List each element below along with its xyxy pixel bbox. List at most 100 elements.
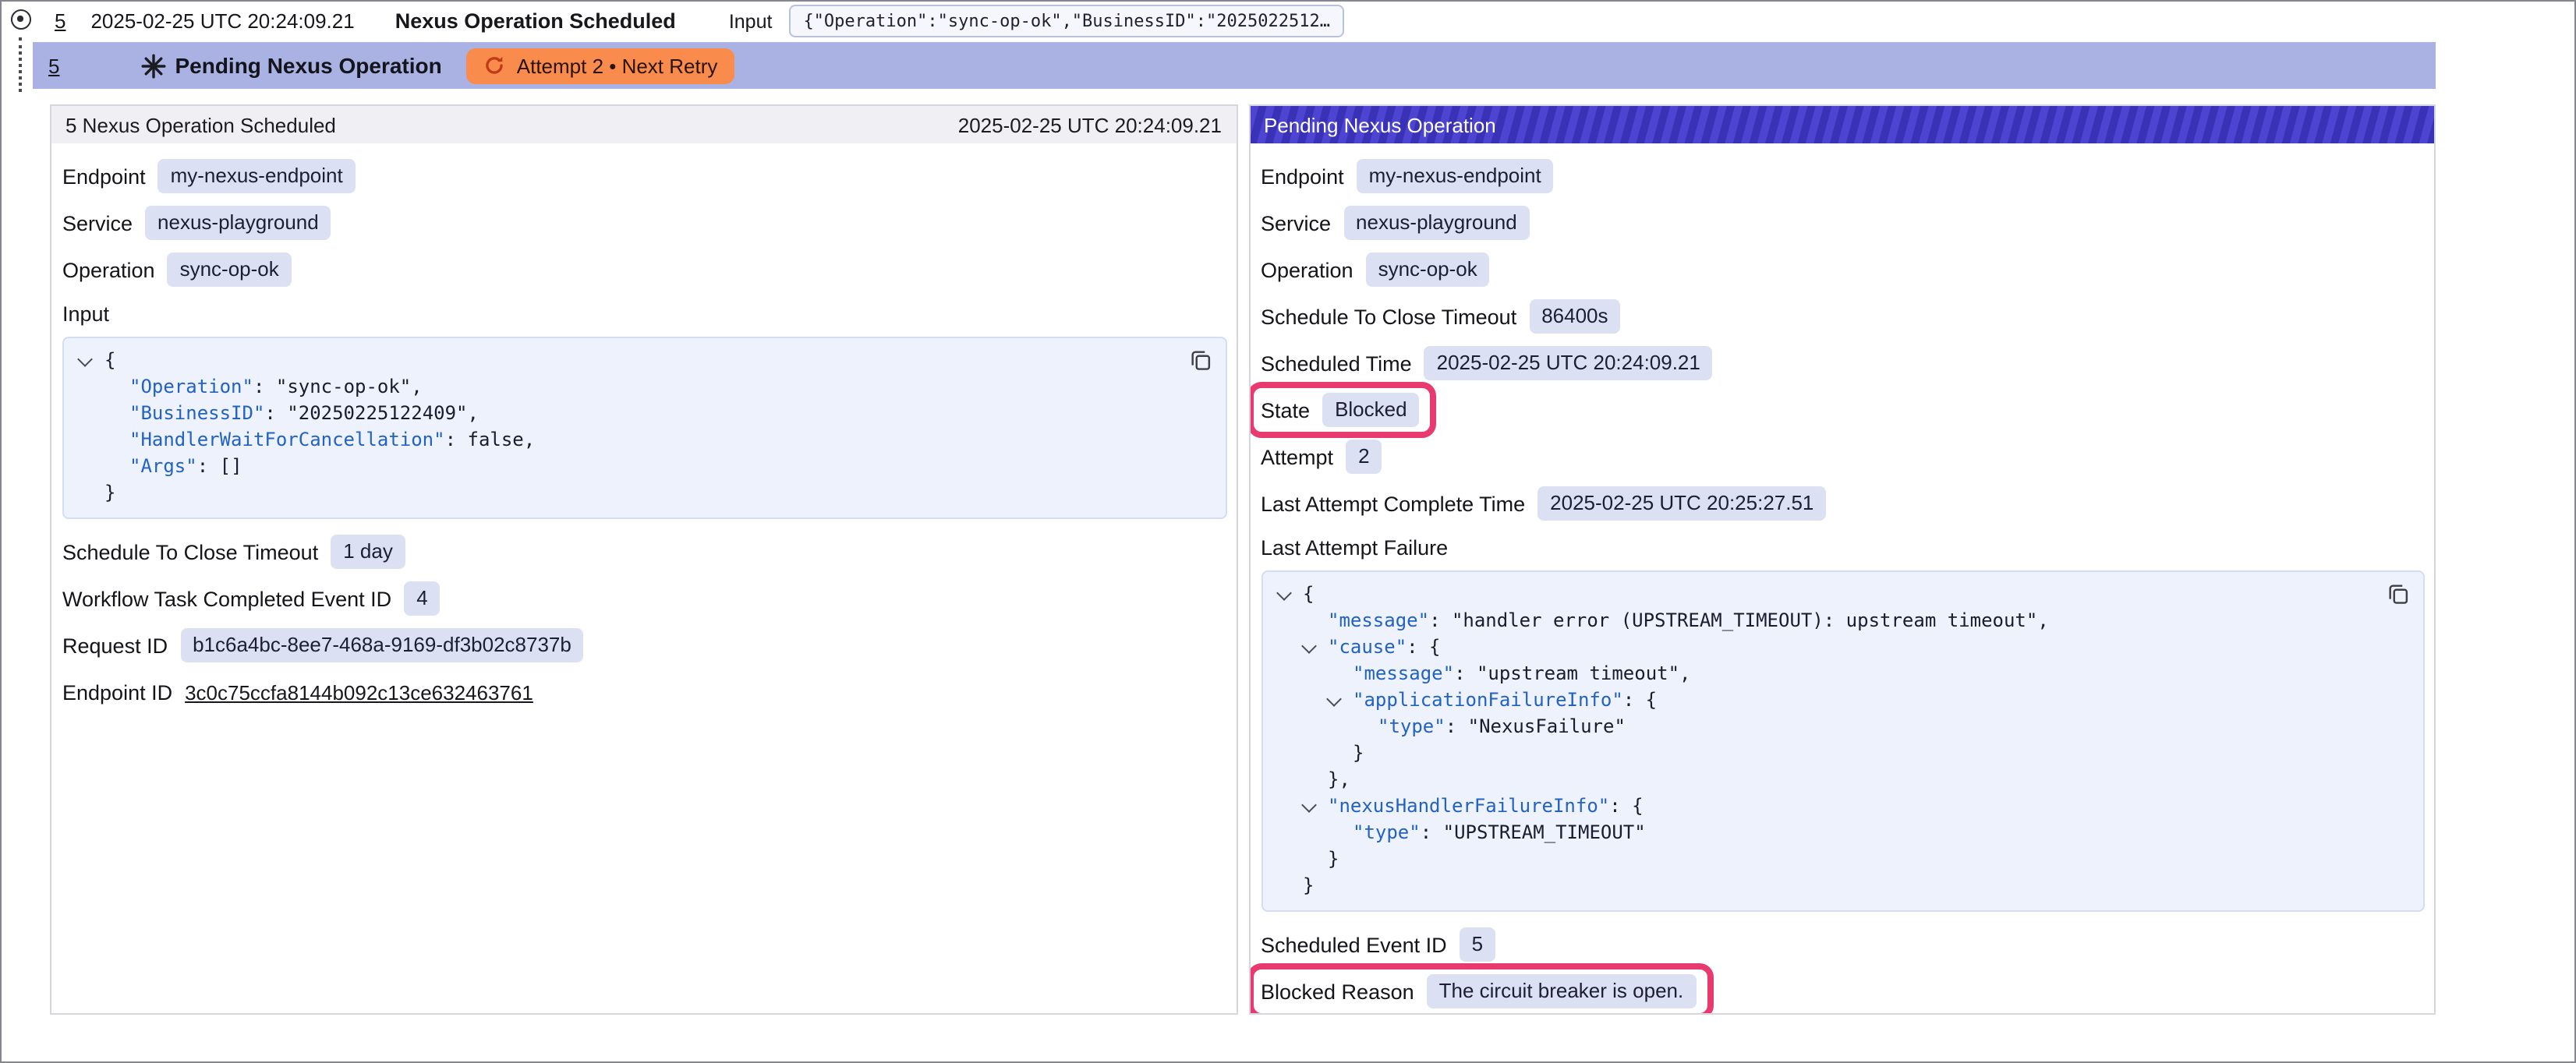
- json-line: "message": "handler error (UPSTREAM_TIME…: [1262, 608, 2367, 634]
- field-label: Last Attempt Complete Time: [1261, 492, 1525, 515]
- field-value-chip: 2025-02-25 UTC 20:25:27.51: [1537, 487, 1826, 521]
- event-id-link[interactable]: 5: [48, 54, 59, 77]
- event-timeline-gutter: [2, 2, 33, 204]
- json-key: "message": [1328, 609, 1429, 631]
- field-label: Schedule To Close Timeout: [62, 540, 318, 563]
- field-label: Endpoint ID: [62, 680, 172, 704]
- json-text: {: [104, 349, 115, 371]
- collapse-chevron-icon[interactable]: [1325, 691, 1341, 707]
- json-line: "applicationFailureInfo": {: [1262, 687, 2367, 714]
- pending-operation-detail-panel: Pending Nexus Operation Endpoint my-nexus…: [1248, 104, 2436, 1015]
- json-line: "type": "NexusFailure": [1262, 714, 2367, 740]
- field-label: Attempt: [1261, 445, 1333, 468]
- field-label: Blocked Reason: [1261, 980, 1414, 1003]
- collapse-chevron-icon[interactable]: [1300, 638, 1316, 654]
- json-viewer: { "message": "handler error (UPSTREAM_TIM…: [1261, 570, 2425, 912]
- json-text: : "upstream timeout",: [1454, 662, 1690, 684]
- collapse-chevron-icon[interactable]: [77, 351, 93, 367]
- json-key: "nexusHandlerFailureInfo": [1328, 795, 1609, 817]
- field-row: Schedule To Close Timeout1 day: [62, 535, 1226, 569]
- field-row: Operationsync-op-ok: [62, 253, 1226, 287]
- json-text: {: [1303, 583, 1314, 605]
- panel-timestamp: 2025-02-25 UTC 20:24:09.21: [958, 113, 1222, 136]
- json-line: "Operation": "sync-op-ok",: [64, 374, 1169, 401]
- json-line: "HandlerWaitForCancellation": false,: [64, 427, 1169, 454]
- json-key: "cause": [1328, 636, 1407, 658]
- json-line: "message": "upstream timeout",: [1262, 661, 2367, 687]
- field-row: Workflow Task Completed Event ID4: [62, 581, 1226, 616]
- json-key: "HandlerWaitForCancellation": [129, 429, 445, 450]
- timeline-dotted-connector: [19, 37, 22, 92]
- json-viewer: { "Operation": "sync-op-ok","BusinessID":…: [62, 337, 1226, 519]
- event-id-link[interactable]: 5: [55, 9, 65, 33]
- json-line: }: [1262, 873, 2367, 899]
- collapse-chevron-icon[interactable]: [1276, 585, 1291, 601]
- input-preview-chip[interactable]: {"Operation":"sync-op-ok","BusinessID":"…: [789, 5, 1344, 37]
- field-row: Operation sync-op-ok: [1261, 253, 2425, 287]
- json-line: {: [1262, 581, 2367, 608]
- copy-icon[interactable]: [1189, 349, 1211, 371]
- field-row: Scheduled Event ID5: [1261, 927, 2425, 962]
- field-row: Servicenexus-playground: [62, 206, 1226, 240]
- json-line: "nexusHandlerFailureInfo": {: [1262, 793, 2367, 820]
- json-text: : "handler error (UPSTREAM_TIMEOUT): ups…: [1429, 609, 2049, 631]
- field-label: Endpoint: [62, 164, 146, 188]
- json-line: "BusinessID": "20250225122409",: [64, 401, 1169, 427]
- json-line: }: [1262, 846, 2367, 873]
- field-row: Endpoint my-nexus-endpoint: [1261, 159, 2425, 193]
- event-history-rows: 5 2025-02-25 UTC 20:24:09.21 Nexus Opera…: [33, 2, 2436, 89]
- input-label: Input: [729, 10, 773, 32]
- pending-panel-header: Pending Nexus Operation: [1250, 106, 2434, 143]
- json-key: "Args": [129, 455, 197, 477]
- scheduled-event-detail-panel: 5 Nexus Operation Scheduled 2025-02-25 U…: [50, 104, 1237, 1015]
- retry-badge-label: Attempt 2 • Next Retry: [517, 54, 718, 77]
- field-label: Service: [62, 211, 133, 235]
- field-label: State: [1261, 398, 1310, 422]
- collapse-chevron-icon[interactable]: [1300, 797, 1316, 813]
- field-label: Service: [1261, 211, 1331, 235]
- timeline-node-icon: [11, 9, 31, 30]
- json-key: "BusinessID": [129, 402, 264, 424]
- json-text: : {: [1609, 795, 1643, 817]
- json-line: "type": "UPSTREAM_TIMEOUT": [1262, 820, 2367, 846]
- field-label: Input: [62, 299, 1226, 329]
- json-text: : "20250225122409",: [264, 402, 479, 424]
- scheduled-panel-header: 5 Nexus Operation Scheduled 2025-02-25 U…: [51, 106, 1236, 143]
- retry-attempt-badge: Attempt 2 • Next Retry: [467, 48, 735, 83]
- field-row: State Blocked: [1261, 393, 2425, 427]
- json-text: : "UPSTREAM_TIMEOUT": [1421, 821, 1646, 843]
- field-value-chip: nexus-playground: [1343, 207, 1530, 240]
- field-label: Operation: [62, 258, 155, 281]
- field-row: Last Attempt Complete Time 2025-02-25 UTC…: [1261, 486, 2425, 521]
- json-text: },: [1328, 768, 1350, 790]
- field-value-chip: sync-op-ok: [1366, 253, 1490, 287]
- json-text: }: [1303, 874, 1314, 896]
- event-detail-panels: 5 Nexus Operation Scheduled 2025-02-25 U…: [50, 104, 2436, 1015]
- field-label: Schedule To Close Timeout: [1261, 305, 1516, 328]
- retry-icon: [484, 55, 506, 76]
- field-value-chip: my-nexus-endpoint: [158, 160, 356, 193]
- event-name: Nexus Operation Scheduled: [395, 9, 676, 33]
- field-value-link[interactable]: 3c0c75ccfa8144b092c13ce632463761: [185, 680, 533, 704]
- event-row-nexus-operation-scheduled[interactable]: 5 2025-02-25 UTC 20:24:09.21 Nexus Opera…: [33, 2, 2436, 41]
- json-text: : {: [1407, 636, 1440, 658]
- field-label: Operation: [1261, 258, 1353, 281]
- json-text: }: [1353, 742, 1364, 764]
- field-row: Endpoint my-nexus-endpoint: [62, 159, 1226, 193]
- json-key: "type": [1353, 821, 1421, 843]
- pending-asterisk-icon: [140, 52, 167, 79]
- copy-icon[interactable]: [2387, 583, 2409, 605]
- pending-nexus-operation-row[interactable]: 5 Pending Nexus Operation Attempt: [33, 42, 2436, 89]
- pending-panel-body: Endpoint my-nexus-endpoint Service nexus-pl…: [1250, 143, 2434, 1008]
- json-key: "type": [1378, 715, 1445, 737]
- json-text: }: [104, 482, 115, 503]
- field-value-chip: Blocked: [1322, 394, 1420, 427]
- field-label: Last Attempt Failure: [1261, 533, 2425, 563]
- json-line: }: [1262, 740, 2367, 767]
- field-label: Endpoint: [1261, 164, 1344, 188]
- field-row: Endpoint ID 3c0c75ccfa8144b092c13ce632463…: [62, 675, 1226, 709]
- temporal-event-history-page: 5 2025-02-25 UTC 20:24:09.21 Nexus Opera…: [0, 0, 2576, 1063]
- field-value-chip: my-nexus-endpoint: [1357, 160, 1554, 193]
- field-value-chip: b1c6a4bc-8ee7-468a-9169-df3b02c8737b: [180, 629, 584, 662]
- panel-title: Pending Nexus Operation: [1264, 113, 1496, 136]
